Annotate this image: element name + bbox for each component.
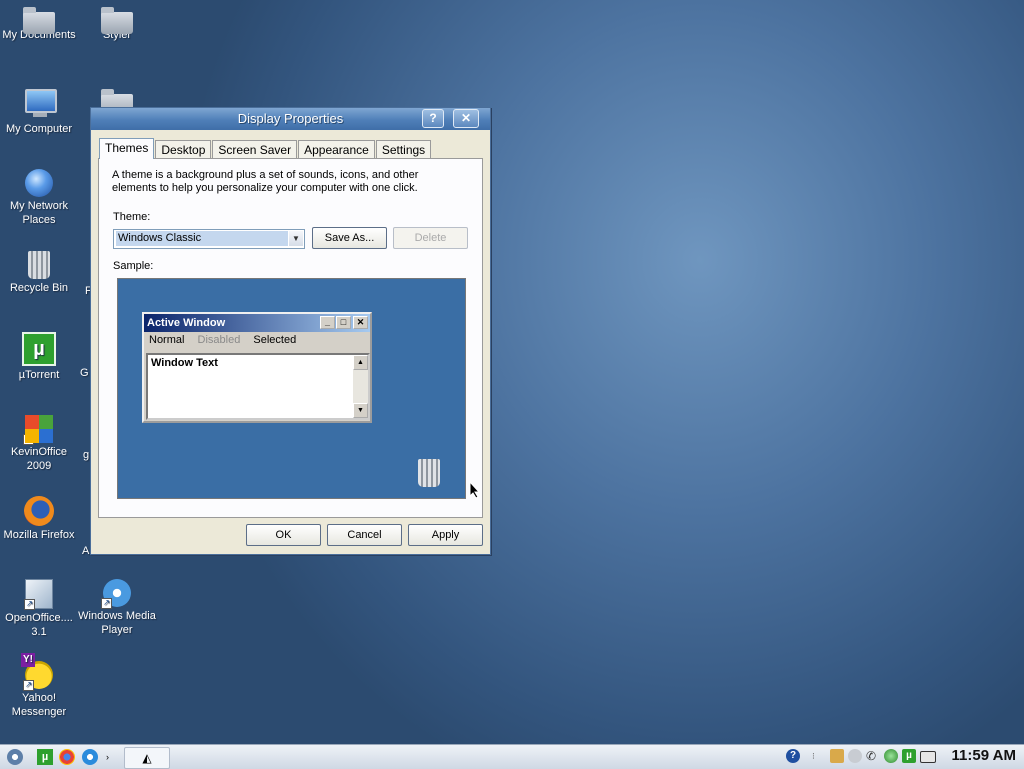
taskbar-button-display-properties[interactable]: ◭ — [124, 747, 170, 769]
dialog-titlebar[interactable]: Display Properties ? ✕ — [91, 108, 490, 130]
desktop-icon-openoffice[interactable]: ↗ OpenOffice.... 3.1 — [0, 576, 79, 639]
utorrent-icon: µ — [22, 332, 56, 366]
scroll-down-icon: ▼ — [353, 403, 368, 418]
theme-dropdown-value: Windows Classic — [116, 231, 288, 246]
desktop-icon-yahoo[interactable]: ↗ Yahoo! Messenger — [0, 653, 79, 719]
desktop-icon-my-computer[interactable]: My Computer — [0, 86, 79, 136]
partial-label: g — [83, 449, 90, 461]
display-properties-icon: ◭ — [142, 751, 152, 765]
desktop-icon-label: Windows Media Player — [78, 610, 156, 636]
desktop-icon-network-places[interactable]: My Network Places — [0, 166, 79, 227]
desktop-icon-label: Recycle Bin — [9, 282, 69, 294]
recycle-bin-icon — [28, 251, 50, 279]
theme-sample-preview: Active Window _ □ ✕ Normal Disabled Sele… — [117, 278, 466, 499]
start-menu-icon[interactable] — [7, 749, 23, 765]
media-player-icon: ↗ — [101, 579, 131, 609]
help-icon: ? — [429, 111, 437, 125]
sample-label: Sample: — [113, 260, 154, 272]
desktop-icon-label: Yahoo! Messenger — [11, 692, 67, 718]
utorrent-quicklaunch-icon[interactable]: µ — [37, 749, 53, 765]
tab-screen-saver[interactable]: Screen Saver — [212, 140, 298, 159]
desktop-icon-label: Mozilla Firefox — [3, 529, 75, 541]
tab-appearance[interactable]: Appearance — [298, 140, 375, 159]
display-properties-dialog: Display Properties ? ✕ Themes Desktop Sc… — [90, 107, 491, 555]
sample-menu-disabled: Disabled — [197, 334, 241, 346]
openoffice-icon: ↗ — [24, 579, 53, 610]
folder-icon — [101, 7, 133, 34]
apply-button[interactable]: Apply — [408, 524, 483, 546]
phone-icon[interactable]: ✆ — [866, 749, 880, 763]
desktop-icon-firefox[interactable]: Mozilla Firefox — [0, 494, 79, 542]
minimize-icon: _ — [320, 316, 335, 329]
firefox-icon — [24, 496, 54, 526]
close-icon: ✕ — [353, 316, 368, 329]
cancel-button[interactable]: Cancel — [327, 524, 402, 546]
tab-settings[interactable]: Settings — [375, 140, 432, 159]
quicklaunch-expand-icon[interactable]: › — [106, 749, 114, 765]
close-button[interactable]: ✕ — [453, 109, 479, 128]
tray-status-icon[interactable] — [848, 749, 862, 763]
sample-menu-bar: Normal Disabled Selected — [144, 332, 370, 348]
help-button[interactable]: ? — [422, 109, 444, 128]
themes-panel: A theme is a background plus a set of so… — [98, 158, 483, 518]
mouse-cursor-icon — [469, 481, 481, 499]
chrome-icon[interactable] — [59, 749, 75, 765]
tab-themes[interactable]: Themes — [99, 138, 155, 159]
theme-dropdown[interactable]: Windows Classic ▼ — [113, 229, 305, 249]
shortcut-arrow-icon: ↗ — [24, 599, 35, 610]
desktop-icon-label: OpenOffice.... 3.1 — [5, 612, 73, 638]
desktop-icon-label: My Network Places — [9, 200, 69, 226]
tab-desktop[interactable]: Desktop — [155, 140, 212, 159]
computer-icon — [22, 86, 57, 120]
partial-label: G — [80, 367, 89, 379]
desktop-icon-label: µTorrent — [18, 369, 60, 381]
partial-label: A — [82, 545, 90, 557]
desktop-icon-recycle-bin[interactable]: Recycle Bin — [0, 248, 79, 295]
theme-label: Theme: — [113, 211, 151, 223]
network-tray-icon[interactable] — [884, 749, 898, 763]
delete-button[interactable]: Delete — [393, 227, 468, 249]
tray-separator-icon: ⁝ — [812, 751, 815, 761]
battery-icon[interactable] — [920, 751, 936, 763]
sample-window-titlebar: Active Window _ □ ✕ — [144, 314, 370, 332]
save-as-button[interactable]: Save As... — [312, 227, 387, 249]
clock[interactable]: 11:59 AM — [952, 747, 1016, 764]
sample-menu-selected: Selected — [253, 334, 297, 346]
desktop-icon-kevinoffice[interactable]: ↗ KevinOffice 2009 — [0, 412, 79, 473]
desktop-icon-label: KevinOffice 2009 — [10, 446, 68, 472]
desktop-icon-my-documents[interactable]: My Documents — [0, 4, 79, 42]
desktop-icon-styler[interactable]: Styler — [77, 4, 157, 42]
network-globe-icon — [25, 169, 53, 197]
help-tray-icon[interactable]: ? — [786, 749, 800, 763]
sample-window-text: Window Text — [151, 357, 218, 369]
desktop-icon-wmp[interactable]: ↗ Windows Media Player — [77, 576, 157, 637]
sample-active-window: Active Window _ □ ✕ Normal Disabled Sele… — [142, 312, 372, 423]
ok-button[interactable]: OK — [246, 524, 321, 546]
folder-icon — [23, 7, 55, 34]
desktop-icon-utorrent[interactable]: µ µTorrent — [0, 330, 79, 382]
sample-window-title: Active Window — [147, 317, 226, 329]
shortcut-arrow-icon: ↗ — [23, 434, 34, 445]
close-icon: ✕ — [460, 111, 472, 125]
scroll-up-icon: ▲ — [353, 355, 368, 370]
recycle-bin-icon — [418, 459, 440, 487]
shortcut-arrow-icon: ↗ — [23, 680, 34, 691]
internet-explorer-icon[interactable] — [82, 749, 98, 765]
sample-menu-normal: Normal — [149, 334, 185, 346]
tray-app-icon[interactable] — [830, 749, 844, 763]
yahoo-messenger-icon: ↗ — [21, 653, 53, 691]
shortcut-arrow-icon: ↗ — [101, 598, 112, 609]
sample-scrollbar: ▲ ▼ — [353, 355, 368, 418]
tab-strip: Themes Desktop Screen Saver Appearance S… — [99, 138, 432, 159]
desktop-icon-label: My Computer — [5, 123, 73, 135]
utorrent-tray-icon[interactable]: µ — [902, 749, 916, 763]
sample-text-area: Window Text ▲ ▼ — [146, 353, 370, 420]
office-icon: ↗ — [23, 415, 53, 445]
maximize-icon: □ — [336, 316, 351, 329]
themes-description: A theme is a background plus a set of so… — [112, 169, 419, 194]
chevron-down-icon[interactable]: ▼ — [289, 231, 303, 246]
taskbar: µ › ◭ ? ⁝ ✆ µ 11:59 AM — [0, 744, 1024, 769]
